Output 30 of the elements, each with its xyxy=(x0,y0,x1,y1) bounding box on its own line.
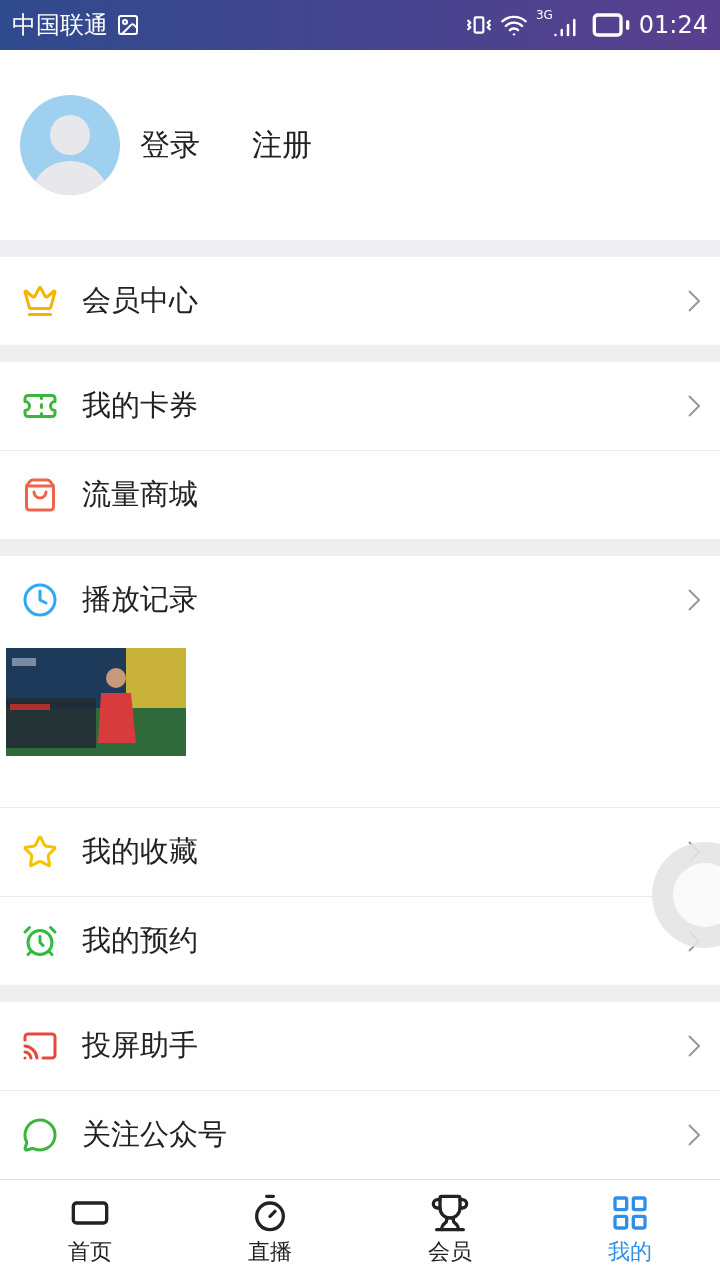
menu-label: 流量商城 xyxy=(82,476,199,513)
menu-item[interactable]: 会员中心 xyxy=(0,257,720,345)
menu-label: 播放记录 xyxy=(82,581,199,618)
login-link[interactable]: 登录 xyxy=(140,124,200,166)
floating-menu[interactable] xyxy=(650,840,720,950)
menu-label: 会员中心 xyxy=(82,282,199,319)
clock-icon xyxy=(22,582,58,618)
grid-icon xyxy=(610,1193,650,1233)
menu-item[interactable]: 播放记录 xyxy=(0,556,720,644)
tab[interactable]: 首页 xyxy=(0,1180,180,1280)
image-icon xyxy=(116,13,140,37)
menu-label: 我的预约 xyxy=(82,922,199,959)
menu-item[interactable]: 投屏助手 xyxy=(0,1002,720,1090)
menu-item[interactable]: 流量商城 xyxy=(0,450,720,539)
carrier-name: 中国联通 xyxy=(12,10,108,41)
menu-label: 我的收藏 xyxy=(82,833,199,870)
clock-time: 01:24 xyxy=(638,11,708,39)
tab[interactable]: 会员 xyxy=(360,1180,540,1280)
star-icon xyxy=(22,834,58,870)
alarm-icon xyxy=(22,923,58,959)
network-type: 3G xyxy=(535,8,553,22)
crown-icon xyxy=(22,283,58,319)
menu-label: 我的卡券 xyxy=(82,387,199,424)
tab[interactable]: 直播 xyxy=(180,1180,360,1280)
menu-label: 关注公众号 xyxy=(82,1116,228,1153)
menu-label: 投屏助手 xyxy=(82,1027,199,1064)
shop-icon xyxy=(22,477,58,513)
register-link[interactable]: 注册 xyxy=(252,124,312,166)
trophy-icon xyxy=(430,1193,470,1233)
menu-item[interactable]: 我的卡券 xyxy=(0,362,720,450)
